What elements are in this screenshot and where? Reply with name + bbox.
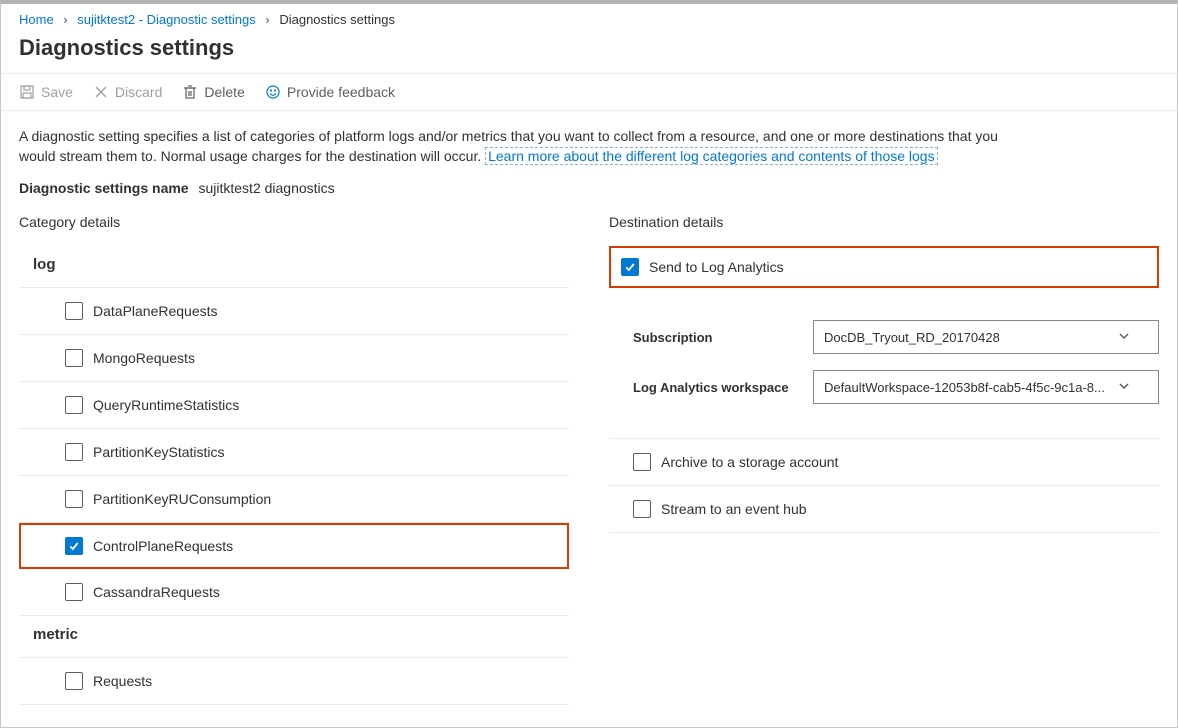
- breadcrumb-current: Diagnostics settings: [279, 12, 395, 27]
- trash-icon: [182, 84, 198, 100]
- send-to-log-analytics-row[interactable]: Send to Log Analytics: [609, 246, 1159, 288]
- learn-more-link[interactable]: Learn more about the different log categ…: [485, 147, 937, 165]
- destination-details-column: Destination details Send to Log Analytic…: [609, 214, 1159, 705]
- log-partitionkeyruconsumption-checkbox[interactable]: [65, 490, 83, 508]
- log-mongorequests-row[interactable]: MongoRequests: [19, 335, 569, 382]
- log-cassandrarequests-label: CassandraRequests: [93, 584, 220, 600]
- page-title: Diagnostics settings: [19, 35, 1159, 61]
- close-icon: [93, 84, 109, 100]
- event-hub-label: Stream to an event hub: [661, 501, 807, 517]
- workspace-value: DefaultWorkspace-12053b8f-cab5-4f5c-9c1a…: [824, 380, 1105, 395]
- log-controlplanerequests-row[interactable]: ControlPlaneRequests: [19, 523, 569, 569]
- delete-button[interactable]: Delete: [182, 82, 244, 102]
- save-button[interactable]: Save: [19, 82, 73, 102]
- workspace-row: Log Analytics workspace DefaultWorkspace…: [633, 370, 1159, 404]
- log-partitionkeystatistics-row[interactable]: PartitionKeyStatistics: [19, 429, 569, 476]
- breadcrumb-resource[interactable]: sujitktest2 - Diagnostic settings: [77, 12, 255, 27]
- workspace-label: Log Analytics workspace: [633, 380, 813, 395]
- send-to-log-analytics-checkbox[interactable]: [621, 258, 639, 276]
- archive-storage-label: Archive to a storage account: [661, 454, 838, 470]
- category-details-column: Category details log DataPlaneRequests Mo…: [19, 214, 569, 705]
- smile-icon: [265, 84, 281, 100]
- subscription-label: Subscription: [633, 330, 813, 345]
- log-queryruntimestatistics-label: QueryRuntimeStatistics: [93, 397, 239, 413]
- log-dataplanerequests-label: DataPlaneRequests: [93, 303, 218, 319]
- log-partitionkeyruconsumption-label: PartitionKeyRUConsumption: [93, 491, 271, 507]
- settings-name-label: Diagnostic settings name: [19, 180, 189, 196]
- destination-details-title: Destination details: [609, 214, 1159, 230]
- event-hub-checkbox[interactable]: [633, 500, 651, 518]
- log-queryruntimestatistics-row[interactable]: QueryRuntimeStatistics: [19, 382, 569, 429]
- metric-requests-label: Requests: [93, 673, 152, 689]
- log-mongorequests-label: MongoRequests: [93, 350, 195, 366]
- log-mongorequests-checkbox[interactable]: [65, 349, 83, 367]
- log-dataplanerequests-row[interactable]: DataPlaneRequests: [19, 288, 569, 335]
- metric-requests-row[interactable]: Requests: [19, 658, 569, 705]
- subscription-select[interactable]: DocDB_Tryout_RD_20170428: [813, 320, 1159, 354]
- metric-list: Requests: [19, 658, 569, 705]
- workspace-select[interactable]: DefaultWorkspace-12053b8f-cab5-4f5c-9c1a…: [813, 370, 1159, 404]
- log-cassandrarequests-checkbox[interactable]: [65, 583, 83, 601]
- chevron-right-icon: ›: [265, 12, 269, 27]
- event-hub-row[interactable]: Stream to an event hub: [609, 486, 1159, 533]
- settings-name-row: Diagnostic settings name sujitktest2 dia…: [19, 180, 1159, 196]
- log-analytics-form: Subscription DocDB_Tryout_RD_20170428 Lo…: [609, 294, 1159, 439]
- toolbar: Save Discard Delete Provide feedback: [1, 73, 1177, 111]
- description: A diagnostic setting specifies a list of…: [19, 127, 999, 166]
- log-partitionkeyruconsumption-row[interactable]: PartitionKeyRUConsumption: [19, 476, 569, 523]
- metric-group-title: metric: [19, 616, 569, 658]
- chevron-down-icon: [1118, 330, 1130, 345]
- save-label: Save: [41, 84, 73, 100]
- chevron-down-icon: [1118, 380, 1130, 395]
- delete-label: Delete: [204, 84, 244, 100]
- category-details-title: Category details: [19, 214, 569, 230]
- diagnostics-settings-window: Home › sujitktest2 - Diagnostic settings…: [0, 0, 1178, 728]
- log-controlplanerequests-label: ControlPlaneRequests: [93, 538, 233, 554]
- breadcrumb: Home › sujitktest2 - Diagnostic settings…: [1, 4, 1177, 33]
- log-queryruntimestatistics-checkbox[interactable]: [65, 396, 83, 414]
- discard-button[interactable]: Discard: [93, 82, 162, 102]
- feedback-label: Provide feedback: [287, 84, 395, 100]
- subscription-value: DocDB_Tryout_RD_20170428: [824, 330, 1000, 345]
- metric-requests-checkbox[interactable]: [65, 672, 83, 690]
- settings-name-value: sujitktest2 diagnostics: [198, 180, 334, 196]
- log-dataplanerequests-checkbox[interactable]: [65, 302, 83, 320]
- log-partitionkeystatistics-label: PartitionKeyStatistics: [93, 444, 225, 460]
- save-icon: [19, 84, 35, 100]
- log-controlplanerequests-checkbox[interactable]: [65, 537, 83, 555]
- archive-storage-row[interactable]: Archive to a storage account: [609, 439, 1159, 486]
- send-to-log-analytics-label: Send to Log Analytics: [649, 259, 784, 275]
- discard-label: Discard: [115, 84, 162, 100]
- breadcrumb-home[interactable]: Home: [19, 12, 54, 27]
- log-list: DataPlaneRequests MongoRequests QueryRunti…: [19, 288, 569, 616]
- feedback-button[interactable]: Provide feedback: [265, 82, 395, 102]
- content: A diagnostic setting specifies a list of…: [1, 111, 1177, 727]
- log-partitionkeystatistics-checkbox[interactable]: [65, 443, 83, 461]
- chevron-right-icon: ›: [63, 12, 67, 27]
- log-group-title: log: [19, 246, 569, 288]
- log-cassandrarequests-row[interactable]: CassandraRequests: [19, 569, 569, 616]
- archive-storage-checkbox[interactable]: [633, 453, 651, 471]
- subscription-row: Subscription DocDB_Tryout_RD_20170428: [633, 320, 1159, 354]
